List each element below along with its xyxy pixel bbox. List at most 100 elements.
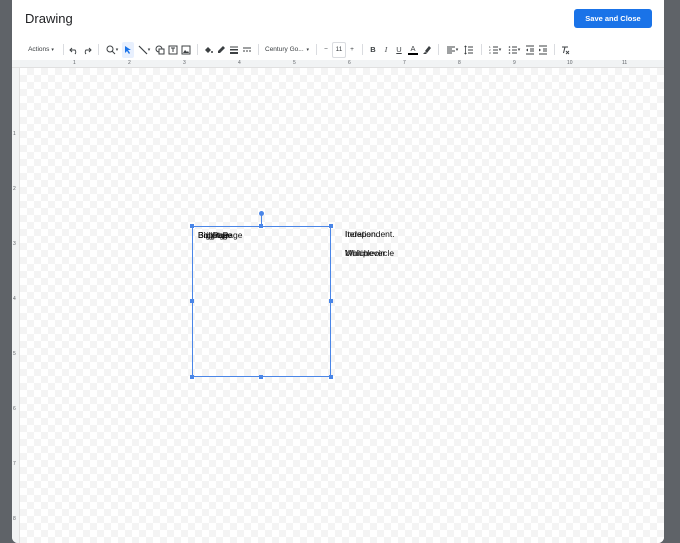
line-dash-icon	[243, 47, 251, 51]
chevron-down-icon: ▾	[517, 46, 521, 53]
ruler-number: 4	[238, 60, 241, 66]
bulleted-list-button[interactable]: ▾	[505, 42, 523, 58]
bold-button[interactable]: B	[367, 42, 379, 58]
ruler-number: 8	[458, 60, 461, 66]
ruler-number: 7	[13, 461, 16, 467]
font-family-select[interactable]: Century Go... ▾	[263, 42, 311, 58]
align-left-icon	[446, 46, 455, 53]
ruler-number: 7	[403, 60, 406, 66]
highlighter-icon	[423, 45, 431, 54]
italic-button[interactable]: I	[380, 42, 392, 58]
ruler-number: 8	[13, 516, 16, 522]
chevron-down-icon: ▾	[306, 46, 309, 53]
resize-handle-bottom-right[interactable]	[329, 375, 333, 379]
decrease-indent-icon	[526, 45, 534, 54]
ruler-number: 4	[13, 296, 16, 302]
line-spacing-button[interactable]	[462, 42, 476, 58]
line-icon	[138, 45, 148, 54]
ruler-number: 9	[513, 60, 516, 66]
redo-button[interactable]	[81, 42, 93, 58]
dialog-titlebar: Drawing Save and Close	[12, 0, 664, 38]
actions-label: Actions	[28, 46, 50, 53]
ruler-number: 11	[622, 60, 628, 66]
undo-button[interactable]	[68, 42, 80, 58]
border-weight-button[interactable]	[228, 42, 240, 58]
chevron-down-icon: ▾	[455, 46, 459, 53]
toolbar-divider	[481, 44, 482, 55]
line-spacing-icon	[464, 44, 473, 55]
dialog-title: Drawing	[25, 11, 73, 26]
increase-indent-button[interactable]	[537, 42, 549, 58]
resize-handle-top[interactable]	[259, 224, 263, 228]
line-weight-icon	[230, 46, 238, 54]
svg-text:3: 3	[489, 51, 491, 55]
shape-icon	[155, 45, 165, 54]
undo-icon	[69, 47, 77, 54]
chevron-down-icon: ▾	[51, 46, 54, 53]
resize-handle-bottom-left[interactable]	[190, 375, 194, 379]
resize-handle-top-right[interactable]	[329, 224, 333, 228]
fill-color-button[interactable]	[202, 42, 214, 58]
underline-button[interactable]: U	[393, 42, 405, 58]
ruler-number: 5	[13, 351, 16, 357]
numbered-list-icon: 123	[489, 45, 498, 55]
font-family-value: Century Go...	[265, 46, 304, 53]
pencil-icon	[218, 45, 225, 53]
border-color-button[interactable]	[215, 42, 227, 58]
align-menu[interactable]: ▾	[443, 42, 461, 58]
resize-handle-right[interactable]	[329, 299, 333, 303]
actions-menu[interactable]: Actions ▾	[24, 42, 58, 58]
ruler-number: 10	[567, 60, 573, 66]
drawing-canvas[interactable]	[20, 68, 664, 543]
ruler-number: 3	[183, 60, 186, 66]
clear-formatting-button[interactable]	[559, 42, 571, 58]
chevron-down-icon: ▾	[115, 46, 119, 53]
overlapping-text-layer: Multiplecircle	[345, 248, 395, 258]
toolbar-divider	[197, 44, 198, 55]
toolbar-divider	[316, 44, 317, 55]
overlapping-text-layer: Bollotge	[198, 230, 229, 240]
zoom-icon	[106, 45, 116, 54]
font-size-input[interactable]: 11	[332, 41, 346, 58]
drawing-dialog: Drawing Save and Close Actions ▾ ▾ ▾ Cen…	[12, 0, 664, 543]
resize-handle-left[interactable]	[190, 299, 194, 303]
toolbar-divider	[362, 44, 363, 55]
border-dash-button[interactable]	[241, 42, 253, 58]
resize-handle-top-left[interactable]	[190, 224, 194, 228]
line-tool-button[interactable]: ▾	[135, 42, 153, 58]
ruler-number: 2	[128, 60, 131, 66]
bulleted-list-icon	[508, 45, 517, 54]
font-size-increase-button[interactable]: +	[347, 42, 357, 58]
toolbar-divider	[554, 44, 555, 55]
cursor-arrow-icon	[125, 45, 131, 54]
paint-bucket-icon	[205, 46, 213, 53]
select-tool-button[interactable]	[122, 41, 134, 58]
decrease-indent-button[interactable]	[524, 42, 536, 58]
chevron-down-icon: ▾	[498, 46, 502, 53]
numbered-list-button[interactable]: 123 ▾	[486, 42, 504, 58]
image-icon	[181, 45, 191, 54]
ruler-number: 5	[293, 60, 296, 66]
text-color-swatch	[408, 52, 418, 55]
ruler-number: 3	[13, 241, 16, 247]
text-color-button[interactable]: A	[406, 42, 420, 58]
rotation-handle[interactable]	[259, 211, 264, 216]
ruler-number: 1	[73, 60, 76, 66]
ruler-number: 6	[348, 60, 351, 66]
ruler-number: 1	[13, 131, 16, 137]
toolbar-divider	[98, 44, 99, 55]
overlapping-text-layer: Iteration.	[345, 229, 379, 239]
image-button[interactable]	[180, 42, 192, 58]
resize-handle-bottom[interactable]	[259, 375, 263, 379]
selected-text-box[interactable]	[192, 226, 331, 377]
zoom-menu[interactable]: ▾	[103, 42, 121, 58]
text-color-label: A	[410, 43, 416, 53]
vertical-ruler: 1 2 3 4 5 6 7 8	[12, 68, 20, 543]
highlight-color-button[interactable]	[421, 42, 433, 58]
text-box-button[interactable]	[167, 42, 179, 58]
redo-icon	[84, 47, 92, 54]
save-and-close-button[interactable]: Save and Close	[574, 9, 652, 28]
shape-tool-button[interactable]	[154, 42, 166, 58]
font-size-decrease-button[interactable]: −	[321, 42, 331, 58]
text-box-icon	[168, 45, 178, 54]
